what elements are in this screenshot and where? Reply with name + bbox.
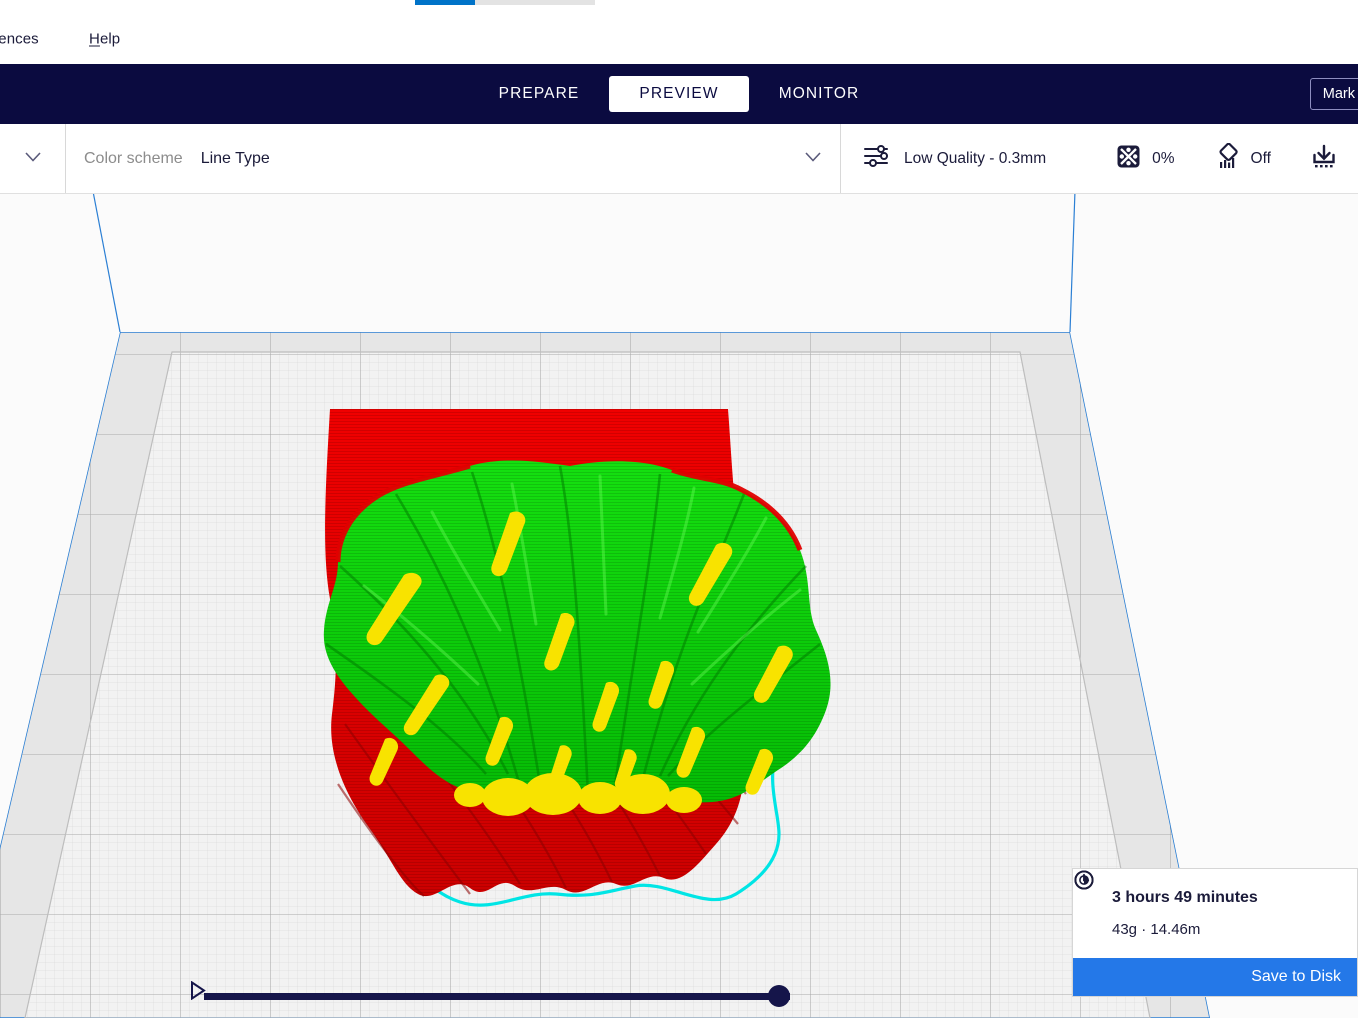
- chevron-down-icon: [804, 150, 822, 168]
- chevron-down-icon: [24, 150, 42, 168]
- sliders-icon: [863, 143, 891, 174]
- infill-value: 0%: [1152, 150, 1174, 168]
- layer-simulation-slider[interactable]: [190, 981, 790, 1011]
- infill-icon: [1116, 144, 1141, 174]
- support-value: Off: [1251, 150, 1271, 168]
- support-icon: [1215, 143, 1242, 175]
- menu-item-help-mnemonic: H: [89, 31, 100, 48]
- print-time-value: 3 hours 49 minutes: [1112, 889, 1258, 907]
- tab-preview[interactable]: PREVIEW: [609, 76, 749, 112]
- save-to-disk-button[interactable]: Save to Disk: [1073, 958, 1357, 996]
- menu-bar: eferences Help: [0, 5, 1358, 64]
- color-scheme-dropdown[interactable]: Color scheme Line Type: [66, 124, 841, 193]
- extruder-selector[interactable]: [0, 124, 66, 193]
- print-info-panel: 3 hours 49 minutes 43g · 14.46m Save to …: [1072, 868, 1358, 997]
- slider-track[interactable]: [204, 993, 790, 1000]
- stage-bar: PREPARE PREVIEW MONITOR Mark: [0, 64, 1358, 124]
- color-scheme-value: Line Type: [201, 150, 270, 168]
- support-selector[interactable]: Off: [1175, 124, 1271, 193]
- menu-item-help[interactable]: Help: [89, 31, 120, 48]
- menu-item-preferences[interactable]: eferences: [0, 31, 39, 48]
- preview-toolbar: Color scheme Line Type: [0, 124, 1358, 194]
- menu-item-help-rest: elp: [100, 31, 120, 48]
- 3d-viewport[interactable]: 3 hours 49 minutes 43g · 14.46m Save to …: [0, 194, 1358, 1018]
- save-to-disk-toolbar-button[interactable]: [1271, 124, 1349, 193]
- material-value: 43g · 14.46m: [1112, 921, 1200, 938]
- save-to-disk-icon: [1309, 141, 1339, 176]
- print-profile-value: Low Quality - 0.3mm: [904, 150, 1046, 168]
- marketplace-button[interactable]: Mark: [1310, 78, 1358, 110]
- infill-selector[interactable]: 0%: [1046, 124, 1174, 193]
- cura-main-window: eferences Help PREPARE PREVIEW MONITOR M…: [0, 0, 1358, 1018]
- print-time-row: 3 hours 49 minutes: [1073, 889, 1357, 907]
- stage-tabs: PREPARE PREVIEW MONITOR: [469, 76, 889, 112]
- color-scheme-label: Color scheme: [84, 150, 183, 168]
- tab-monitor[interactable]: MONITOR: [749, 76, 889, 112]
- tab-prepare[interactable]: PREPARE: [469, 76, 609, 112]
- slider-thumb[interactable]: [768, 985, 790, 1007]
- material-row: 43g · 14.46m: [1073, 921, 1357, 938]
- print-profile-selector[interactable]: Low Quality - 0.3mm: [841, 124, 1046, 193]
- slider-rail[interactable]: [204, 981, 790, 1011]
